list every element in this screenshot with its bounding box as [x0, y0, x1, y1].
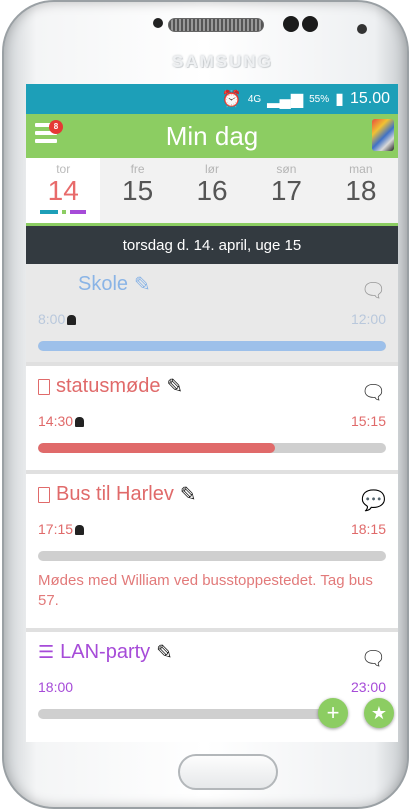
- edit-icon[interactable]: ✎: [156, 640, 173, 665]
- event-header: Skole ✎: [38, 272, 386, 297]
- day-monday[interactable]: man 18: [323, 158, 398, 223]
- phone-frame: SAMSUNG ⏰ 4G ▂▄▆ 55% ▮ 15.00 8 Min dag t…: [2, 0, 409, 809]
- day-saturday[interactable]: lør 16: [174, 158, 250, 223]
- event-title: Bus til Harlev: [56, 483, 174, 505]
- event-card-statusmode[interactable]: statusmøde ✎ 🗨 14:30 15:15: [26, 366, 398, 474]
- document-icon: [38, 486, 50, 503]
- event-times: 14:30 15:15: [38, 413, 386, 429]
- star-icon: ★: [370, 702, 388, 723]
- event-title: LAN-party: [60, 641, 151, 663]
- app-screen: ⏰ 4G ▂▄▆ 55% ▮ 15.00 8 Min dag tor 14 fr…: [26, 84, 398, 742]
- event-end-time: 12:00: [350, 311, 386, 327]
- event-header: Bus til Harlev ✎: [38, 482, 386, 507]
- clock: 15.00: [349, 90, 390, 107]
- event-card-bus[interactable]: Bus til Harlev ✎ 💬 17:15 18:15 Mødes med…: [26, 474, 398, 632]
- day-date-number: 14: [47, 175, 79, 206]
- home-button[interactable]: [178, 754, 278, 790]
- edit-icon[interactable]: ✎: [134, 272, 151, 297]
- comment-icon[interactable]: 🗨: [361, 380, 386, 405]
- add-event-button[interactable]: +: [318, 698, 348, 728]
- image-comment-icon[interactable]: 💬: [361, 488, 386, 513]
- event-end-time: 23:00: [350, 679, 386, 695]
- event-progress-bar: [38, 341, 386, 351]
- page-title: Min dag: [165, 120, 259, 151]
- front-sensor: [153, 18, 163, 28]
- day-sunday[interactable]: søn 17: [249, 158, 324, 223]
- day-weekday-label: man: [349, 162, 373, 176]
- edit-icon[interactable]: ✎: [180, 482, 197, 507]
- day-date-number: 18: [345, 175, 377, 206]
- event-start-time: 17:15: [38, 521, 74, 537]
- event-progress-bar: [38, 709, 328, 719]
- bell-icon: [75, 525, 85, 535]
- status-bar: ⏰ 4G ▂▄▆ 55% ▮ 15.00: [26, 84, 398, 114]
- network-indicator: 4G: [247, 93, 262, 105]
- event-end-time: 18:15: [350, 521, 386, 537]
- device-brand: SAMSUNG: [172, 52, 273, 71]
- event-markers: [26, 210, 100, 214]
- event-header: ☰ LAN-party ✎: [38, 640, 386, 665]
- earpiece-speaker: [168, 18, 264, 32]
- bell-icon: [75, 417, 85, 427]
- event-end-time: 15:15: [350, 413, 386, 429]
- event-times: 8:00 12:00: [38, 311, 386, 327]
- event-start-time: 8:00: [38, 311, 66, 327]
- date-header: torsdag d. 14. april, uge 15: [26, 226, 398, 264]
- day-weekday-label: lør: [205, 162, 220, 176]
- signal-icon: ▂▄▆: [267, 91, 304, 108]
- edit-icon[interactable]: ✎: [166, 374, 183, 399]
- week-strip: tor 14 fre 15 lør 16 søn 17 man 18: [26, 158, 398, 226]
- event-progress-bar: [38, 551, 386, 561]
- front-camera: [283, 16, 299, 32]
- day-thursday[interactable]: tor 14: [26, 158, 101, 223]
- day-friday[interactable]: fre 15: [100, 158, 175, 223]
- day-weekday-label: søn: [276, 162, 297, 176]
- event-card-lan-party[interactable]: ☰ LAN-party ✎ 🗨 18:00 23:00: [26, 632, 398, 742]
- event-start-time: 18:00: [38, 679, 74, 695]
- favorite-button[interactable]: ★: [364, 698, 394, 728]
- event-title: Skole: [78, 273, 129, 295]
- notification-badge: 8: [49, 120, 63, 134]
- day-weekday-label: fre: [130, 162, 145, 176]
- alarm-icon: ⏰: [221, 91, 242, 108]
- avatar[interactable]: [372, 119, 394, 151]
- battery-percent: 55%: [309, 93, 330, 105]
- checklist-icon: ☰: [38, 642, 55, 662]
- event-note: Mødes med William ved busstoppestedet. T…: [38, 572, 373, 609]
- app-header: 8 Min dag: [26, 114, 398, 158]
- comment-icon[interactable]: 🗨: [361, 646, 386, 671]
- event-times: 17:15 18:15: [38, 521, 386, 537]
- day-weekday-label: tor: [56, 162, 71, 176]
- event-times: 18:00 23:00: [38, 679, 386, 695]
- event-title: statusmøde: [56, 375, 161, 397]
- day-date-number: 15: [122, 175, 154, 206]
- bell-icon: [67, 315, 77, 325]
- event-header: statusmøde ✎: [38, 374, 386, 399]
- front-camera-2: [302, 16, 318, 32]
- comment-icon[interactable]: 🗨: [361, 278, 386, 303]
- day-date-number: 17: [270, 175, 302, 206]
- proximity-sensor: [357, 24, 367, 34]
- event-card-skole[interactable]: Skole ✎ 🗨 8:00 12:00: [26, 264, 398, 366]
- add-icon: +: [326, 700, 340, 725]
- event-start-time: 14:30: [38, 413, 74, 429]
- event-progress-bar: [38, 443, 386, 453]
- document-icon: [38, 378, 50, 395]
- day-date-number: 16: [196, 175, 228, 206]
- battery-icon: ▮: [335, 91, 344, 108]
